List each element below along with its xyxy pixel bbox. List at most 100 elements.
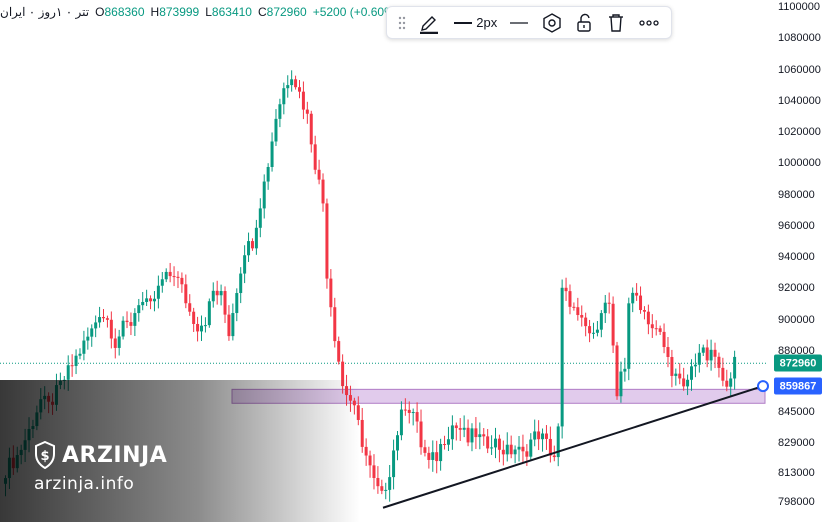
candle bbox=[564, 277, 568, 301]
candle bbox=[607, 292, 611, 314]
candle bbox=[247, 232, 251, 262]
candle bbox=[313, 135, 317, 175]
brand-name: ARZINJA bbox=[62, 442, 168, 468]
candle bbox=[305, 101, 309, 124]
candle bbox=[333, 297, 337, 348]
candle bbox=[501, 440, 505, 466]
line-color-button[interactable] bbox=[410, 6, 448, 39]
candle bbox=[541, 428, 545, 452]
candle bbox=[670, 349, 674, 388]
candle bbox=[568, 284, 572, 315]
candle bbox=[556, 423, 560, 467]
candle bbox=[646, 304, 650, 335]
line-style-button[interactable] bbox=[503, 6, 535, 39]
candle bbox=[70, 354, 74, 377]
candle bbox=[164, 268, 168, 283]
candle bbox=[372, 454, 376, 490]
candle bbox=[725, 369, 729, 392]
candle bbox=[494, 427, 497, 459]
price-tick: 960000 bbox=[778, 219, 815, 232]
candle bbox=[399, 401, 403, 441]
price-tick: 845000 bbox=[778, 406, 815, 418]
candle bbox=[658, 325, 662, 335]
candle bbox=[482, 428, 486, 446]
pencil-icon bbox=[420, 15, 439, 34]
candle bbox=[584, 312, 588, 337]
candle bbox=[713, 342, 717, 369]
candle bbox=[631, 287, 635, 313]
close-value: 872960 bbox=[266, 5, 307, 19]
price-tick: 1080000 bbox=[778, 32, 821, 45]
candle bbox=[450, 415, 454, 450]
candle bbox=[86, 327, 90, 350]
candle bbox=[215, 280, 219, 305]
candle bbox=[580, 305, 584, 327]
candle bbox=[697, 344, 701, 373]
line-width-button[interactable]: 2px bbox=[448, 6, 503, 39]
candle bbox=[223, 286, 227, 324]
shield-dollar-icon: $ bbox=[35, 441, 55, 469]
candle bbox=[270, 132, 274, 172]
candle bbox=[282, 82, 286, 115]
high-label: H bbox=[150, 5, 160, 19]
candle bbox=[407, 401, 411, 424]
candle bbox=[211, 282, 215, 308]
candle bbox=[537, 420, 541, 451]
candle bbox=[439, 438, 443, 471]
candle bbox=[446, 426, 450, 452]
candle bbox=[595, 321, 599, 337]
candle bbox=[654, 320, 658, 336]
candle bbox=[458, 418, 462, 441]
price-axis[interactable]: 798000 813000 829000 845000 880000 900000 9200… bbox=[766, 0, 822, 522]
candle bbox=[560, 279, 564, 439]
candle bbox=[466, 419, 470, 447]
candle bbox=[666, 336, 670, 368]
candle bbox=[396, 430, 399, 461]
candle bbox=[203, 317, 207, 333]
candle bbox=[200, 315, 203, 341]
candle bbox=[196, 316, 200, 342]
candle bbox=[258, 198, 262, 238]
settings-button[interactable] bbox=[536, 6, 568, 39]
price-tick: 1100000 bbox=[778, 1, 821, 13]
trendline-price-tag: 859867 bbox=[774, 377, 822, 395]
candle bbox=[486, 429, 490, 454]
candle bbox=[82, 330, 86, 361]
line-style-icon bbox=[510, 21, 529, 24]
candle bbox=[321, 173, 325, 212]
candle bbox=[231, 303, 235, 341]
candle bbox=[693, 353, 697, 378]
lock-button[interactable] bbox=[568, 6, 600, 39]
candle bbox=[156, 275, 160, 309]
symbol-title[interactable]: تتر ۰ ۱روز ۰ ایران bbox=[0, 5, 89, 19]
candle bbox=[533, 419, 537, 447]
candle bbox=[368, 450, 372, 478]
line-width-label: 2px bbox=[476, 15, 498, 30]
candle bbox=[129, 312, 133, 336]
candle bbox=[250, 238, 254, 251]
more-icon bbox=[639, 19, 659, 26]
candle bbox=[603, 294, 607, 323]
candle bbox=[427, 446, 431, 469]
open-label: O bbox=[95, 5, 105, 19]
candle bbox=[380, 479, 384, 495]
lock-icon bbox=[577, 13, 591, 32]
candle bbox=[109, 311, 113, 349]
candle bbox=[364, 438, 368, 466]
candle bbox=[505, 432, 509, 462]
delete-button[interactable] bbox=[600, 6, 632, 39]
candle bbox=[301, 81, 305, 120]
drag-handle-icon[interactable] bbox=[393, 6, 410, 39]
more-button[interactable] bbox=[633, 6, 665, 39]
candle bbox=[168, 262, 172, 283]
candle bbox=[176, 271, 180, 289]
candle bbox=[239, 267, 243, 304]
candle bbox=[717, 352, 721, 378]
brand-url[interactable]: arzinja.info bbox=[34, 474, 134, 494]
candle bbox=[125, 311, 129, 329]
candle bbox=[639, 286, 643, 314]
candle bbox=[627, 297, 631, 381]
candle bbox=[733, 350, 737, 390]
last-price-tag: 872960 bbox=[774, 354, 822, 372]
candle bbox=[133, 308, 137, 337]
